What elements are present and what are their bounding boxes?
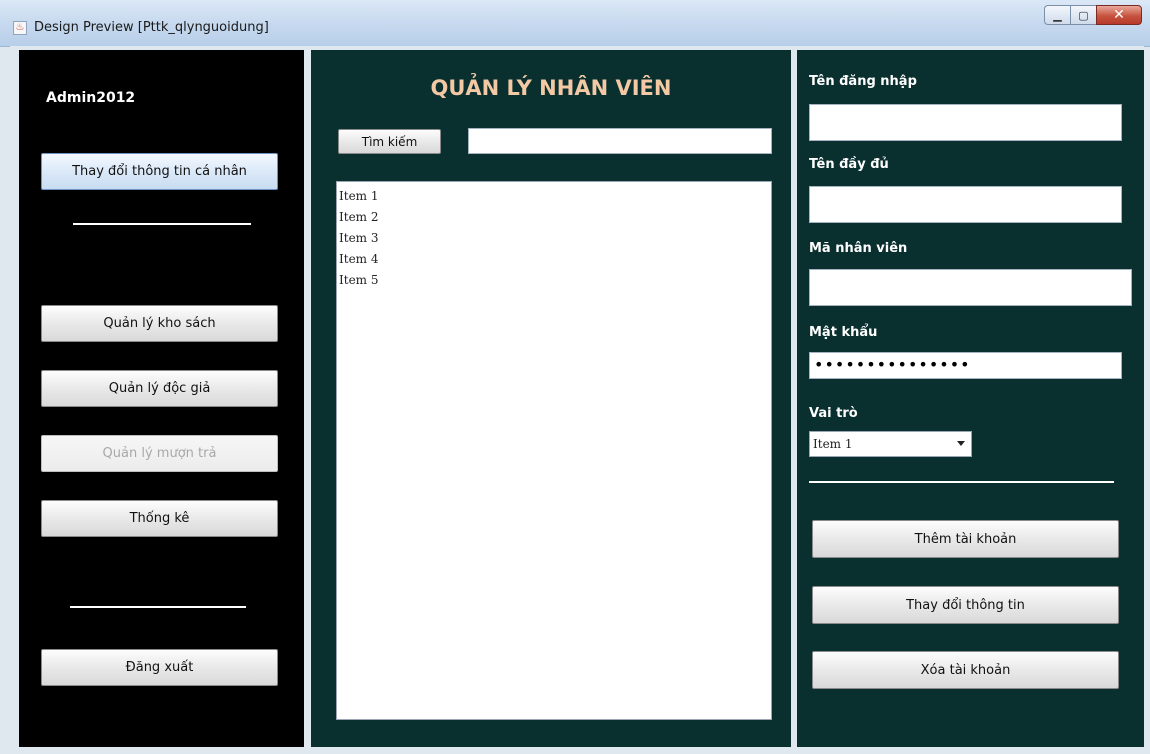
minimize-icon[interactable]: ▁: [1044, 5, 1070, 25]
search-input[interactable]: [468, 128, 772, 154]
employee-id-label: Mã nhân viên: [809, 241, 908, 256]
maximize-icon[interactable]: ▢: [1070, 5, 1096, 25]
fullname-field[interactable]: [809, 186, 1122, 223]
window-controls: ▁ ▢ ✕: [1044, 5, 1142, 27]
employee-id-field[interactable]: [809, 269, 1132, 306]
employee-management-panel: QUẢN LÝ NHÂN VIÊN Tìm kiếm Item 1 Item 2…: [311, 50, 791, 747]
page-title: QUẢN LÝ NHÂN VIÊN: [430, 76, 672, 100]
edit-info-button[interactable]: Thay đổi thông tin: [812, 586, 1119, 624]
account-form-panel: Tên đăng nhập Tên đầy đủ Mã nhân viên Mậ…: [797, 50, 1144, 747]
nav-borrow-return-button: Quản lý mượn trả: [41, 435, 278, 472]
list-item[interactable]: Item 4: [337, 249, 771, 270]
employee-list[interactable]: Item 1 Item 2 Item 3 Item 4 Item 5: [336, 181, 772, 720]
divider: [809, 481, 1114, 483]
username-field[interactable]: [809, 104, 1122, 141]
password-field[interactable]: •••••••••••••••: [809, 352, 1122, 379]
role-label: Vai trò: [809, 406, 858, 421]
fullname-label: Tên đầy đủ: [809, 157, 889, 172]
list-item[interactable]: Item 2: [337, 207, 771, 228]
nav-book-inventory-button[interactable]: Quản lý kho sách: [41, 305, 278, 342]
nav-statistics-button[interactable]: Thống kê: [41, 500, 278, 537]
password-label: Mật khẩu: [809, 325, 878, 340]
username-label: Tên đăng nhập: [809, 74, 917, 89]
nav-readers-button[interactable]: Quản lý độc giả: [41, 370, 278, 407]
close-icon[interactable]: ✕: [1096, 5, 1142, 25]
search-button[interactable]: Tìm kiếm: [338, 129, 441, 154]
role-dropdown[interactable]: Item 1: [809, 431, 972, 457]
password-mask: •••••••••••••••: [814, 355, 971, 374]
divider: [70, 606, 246, 608]
change-personal-info-button[interactable]: Thay đổi thông tin cá nhân: [41, 153, 278, 190]
list-item[interactable]: Item 1: [337, 186, 771, 207]
add-account-button[interactable]: Thêm tài khoản: [812, 520, 1119, 558]
role-selected-value: Item 1: [813, 437, 853, 451]
java-app-icon: ♨: [13, 21, 27, 35]
divider: [73, 223, 251, 225]
list-item[interactable]: Item 5: [337, 270, 771, 291]
left-sidebar: Admin2012 Thay đổi thông tin cá nhân Quả…: [19, 50, 304, 747]
window-title: Design Preview [Pttk_qlynguoidung]: [34, 20, 269, 35]
window-titlebar[interactable]: ♨ Design Preview [Pttk_qlynguoidung] ▁ ▢…: [0, 0, 1150, 47]
current-username: Admin2012: [46, 90, 136, 106]
delete-account-button[interactable]: Xóa tài khoản: [812, 651, 1119, 689]
logout-button[interactable]: Đăng xuất: [41, 649, 278, 686]
chevron-down-icon: [957, 441, 965, 446]
list-item[interactable]: Item 3: [337, 228, 771, 249]
